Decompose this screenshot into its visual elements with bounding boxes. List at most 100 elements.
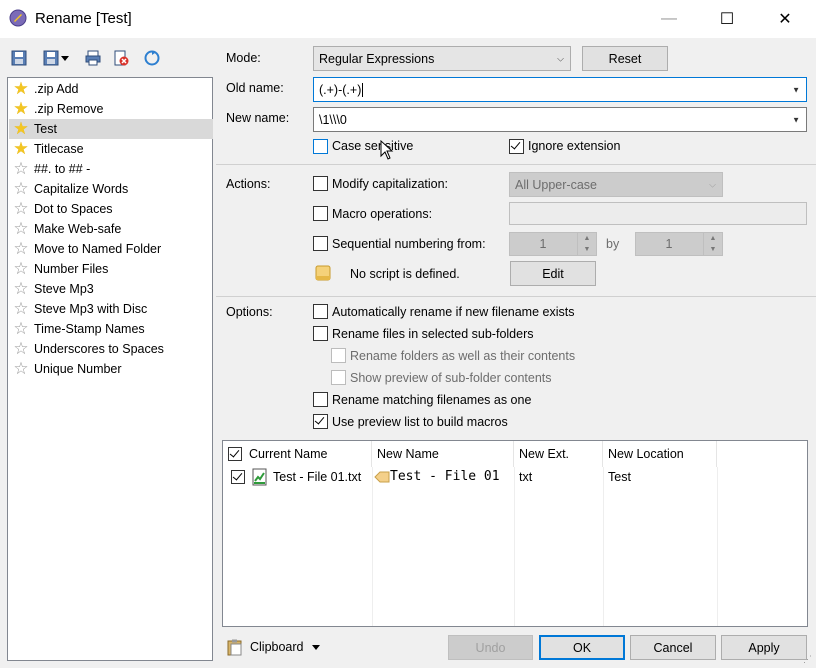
column-divider <box>603 467 604 626</box>
cancel-button[interactable]: Cancel <box>630 635 716 660</box>
hollow-star-icon: ☆ <box>13 259 29 278</box>
auto-rename-checkbox[interactable] <box>313 304 328 319</box>
old-name-input[interactable]: (.+)-(.+) ▼ <box>313 77 807 102</box>
preset-item[interactable]: ☆ Move to Named Folder <box>9 239 213 259</box>
new-name-value: \1\\\0 <box>319 112 347 127</box>
capitalization-select[interactable]: All Upper-case ⌵ <box>509 172 723 197</box>
preset-item[interactable]: ☆ Steve Mp3 <box>9 279 213 299</box>
case-sensitive-checkbox[interactable] <box>313 139 328 154</box>
preset-item[interactable]: ★ .zip Remove <box>9 99 213 119</box>
use-preview-list-checkbox[interactable] <box>313 414 328 429</box>
preset-item[interactable]: ☆ Make Web-safe <box>9 219 213 239</box>
sequential-numbering-label[interactable]: Sequential numbering from: <box>332 237 486 251</box>
new-name-label: New name: <box>226 111 290 125</box>
show-subfolder-preview-label[interactable]: Show preview of sub-folder contents <box>350 371 552 385</box>
actions-label: Actions: <box>226 177 271 191</box>
preset-item-label: Make Web-safe <box>34 222 122 236</box>
new-name-input[interactable]: \1\\\0 ▼ <box>313 107 807 132</box>
edit-script-button[interactable]: Edit <box>510 261 596 286</box>
modify-capitalization-label[interactable]: Modify capitalization: <box>332 177 448 191</box>
select-all-checkbox[interactable] <box>228 447 242 461</box>
minimize-button[interactable]: — <box>640 0 698 38</box>
ignore-extension-checkbox[interactable] <box>509 139 524 154</box>
macro-operations-label[interactable]: Macro operations: <box>332 207 432 221</box>
column-header-label: New Location <box>608 447 684 461</box>
close-window-button[interactable]: ✕ <box>756 0 814 38</box>
show-subfolder-preview-checkbox[interactable] <box>331 370 346 385</box>
spinner-arrows-icon[interactable]: ▲ ▼ <box>703 233 722 255</box>
resize-grip-icon[interactable]: ⋰ <box>803 654 813 664</box>
preset-list[interactable]: ★ .zip Add ★ .zip Remove ★ Test ★ Titlecase … <box>7 77 213 661</box>
clipboard-label[interactable]: Clipboard <box>250 640 304 654</box>
old-name-value: (.+)-(.+) <box>319 82 362 97</box>
macro-operations-checkbox[interactable] <box>313 206 328 221</box>
reset-button[interactable]: Reset <box>582 46 668 71</box>
rename-matching-checkbox[interactable] <box>313 392 328 407</box>
preset-item[interactable]: ☆ Unique Number <box>9 359 213 379</box>
preset-item-selected[interactable]: ★ Test <box>9 119 213 139</box>
preset-item-label: Dot to Spaces <box>34 202 113 216</box>
save-preset-icon[interactable] <box>11 50 27 66</box>
rename-subfolders-label[interactable]: Rename files in selected sub-folders <box>332 327 534 341</box>
preset-item[interactable]: ★ Titlecase <box>9 139 213 159</box>
hollow-star-icon: ☆ <box>13 159 29 178</box>
column-divider <box>514 467 515 626</box>
modify-capitalization-checkbox[interactable] <box>313 176 328 191</box>
hollow-star-icon: ☆ <box>13 199 29 218</box>
ok-button[interactable]: OK <box>539 635 625 660</box>
rename-tag-icon <box>374 471 390 483</box>
preset-item[interactable]: ☆ ##. to ## - <box>9 159 213 179</box>
spinner-arrows-icon[interactable]: ▲ ▼ <box>577 233 596 255</box>
save-as-preset-icon[interactable] <box>43 50 59 66</box>
preset-item[interactable]: ☆ Underscores to Spaces <box>9 339 213 359</box>
column-header-new-location[interactable]: New Location <box>603 441 717 467</box>
preset-item[interactable]: ☆ Capitalize Words <box>9 179 213 199</box>
preset-item[interactable]: ☆ Time-Stamp Names <box>9 319 213 339</box>
table-row[interactable]: Test - File 01.txt Test - File 01 txt Te… <box>223 467 807 487</box>
preset-item-label: Time-Stamp Names <box>34 322 145 336</box>
preset-item[interactable]: ☆ Steve Mp3 with Disc <box>9 299 213 319</box>
column-header-current-name[interactable]: Current Name <box>223 441 372 467</box>
use-preview-list-label[interactable]: Use preview list to build macros <box>332 415 508 429</box>
column-header-new-name[interactable]: New Name <box>372 441 514 467</box>
rename-folders-contents-label[interactable]: Rename folders as well as their contents <box>350 349 575 363</box>
dropdown-arrow-icon[interactable]: ▼ <box>792 85 800 94</box>
column-divider <box>372 467 373 626</box>
preset-item[interactable]: ☆ Number Files <box>9 259 213 279</box>
save-dropdown-chevron-icon[interactable] <box>61 56 69 61</box>
sequential-from-spinner[interactable]: 1 ▲ ▼ <box>509 232 597 256</box>
preset-item-label: Test <box>34 122 57 136</box>
refresh-icon[interactable] <box>144 50 160 66</box>
rename-subfolders-checkbox[interactable] <box>313 326 328 341</box>
maximize-button[interactable]: ☐ <box>698 0 756 38</box>
preview-list[interactable]: Current Name New Name New Ext. New Locat… <box>222 440 808 627</box>
delete-preset-icon[interactable] <box>113 50 129 66</box>
apply-button[interactable]: Apply <box>721 635 807 660</box>
row-checkbox[interactable] <box>231 470 245 484</box>
macro-operations-field[interactable] <box>509 202 807 225</box>
ignore-extension-label[interactable]: Ignore extension <box>528 139 620 153</box>
clipboard-dropdown-chevron-icon[interactable] <box>312 645 320 650</box>
column-header-new-ext[interactable]: New Ext. <box>514 441 603 467</box>
undo-button[interactable]: Undo <box>448 635 533 660</box>
current-name-cell: Test - File 01.txt <box>273 470 362 484</box>
preset-item[interactable]: ☆ Dot to Spaces <box>9 199 213 219</box>
sequential-by-spinner[interactable]: 1 ▲ ▼ <box>635 232 723 256</box>
hollow-star-icon: ☆ <box>13 339 29 358</box>
hollow-star-icon: ☆ <box>13 359 29 378</box>
dropdown-arrow-icon[interactable]: ▼ <box>792 115 800 124</box>
rename-folders-contents-checkbox[interactable] <box>331 348 346 363</box>
auto-rename-label[interactable]: Automatically rename if new filename exi… <box>332 305 574 319</box>
sequential-numbering-checkbox[interactable] <box>313 236 328 251</box>
case-sensitive-label[interactable]: Case sensitive <box>332 139 413 153</box>
column-divider <box>717 467 718 626</box>
preset-item[interactable]: ★ .zip Add <box>9 79 213 99</box>
clipboard-icon[interactable] <box>227 639 243 656</box>
mode-select[interactable]: Regular Expressions ⌵ <box>313 46 571 71</box>
print-icon[interactable] <box>85 50 101 66</box>
rename-matching-label[interactable]: Rename matching filenames as one <box>332 393 531 407</box>
new-location-cell: Test <box>608 470 631 484</box>
hollow-star-icon: ☆ <box>13 319 29 338</box>
chevron-down-icon: ⌵ <box>557 53 564 63</box>
gold-star-icon: ★ <box>13 99 29 118</box>
